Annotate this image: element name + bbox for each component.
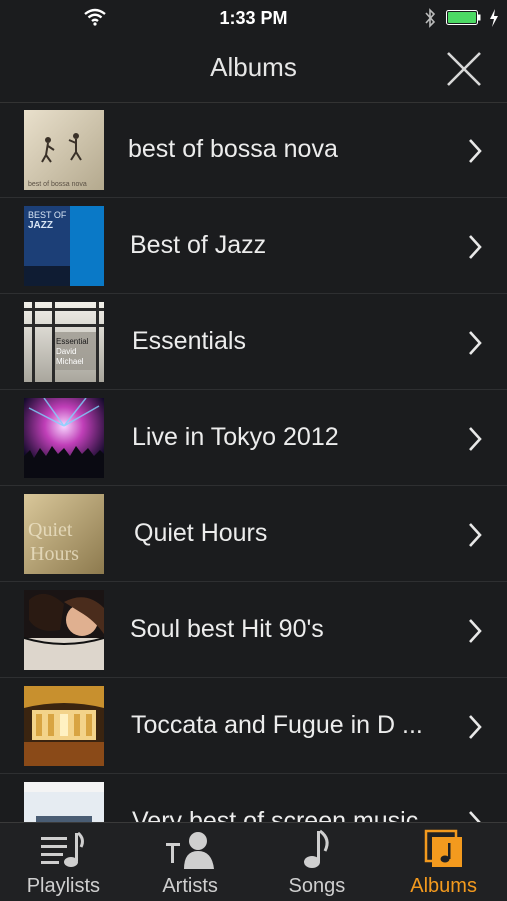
chevron-right-icon [469, 331, 482, 355]
tab-label: Artists [162, 875, 218, 897]
tab-bar: Playlists Artists Songs Albums [0, 822, 507, 901]
chevron-right-icon [469, 427, 482, 451]
tab-label: Playlists [26, 875, 101, 897]
page-title: Albums [210, 52, 297, 82]
album-art: Quiet Hours [24, 494, 104, 574]
album-row-live-in-tokyo-2012[interactable]: Live in Tokyo 2012 [0, 390, 507, 486]
album-row-quiet-hours[interactable]: Quiet Hours Quiet Hours [0, 486, 507, 582]
chevron-right-icon [469, 811, 481, 822]
tab-playlists[interactable]: Playlists [0, 823, 127, 901]
album-row-very-best-of-screen-music[interactable]: Very best of screen music [0, 774, 507, 822]
albums-icon [424, 829, 462, 867]
svg-text:JAZZ: JAZZ [28, 220, 53, 231]
album-list[interactable]: best of bossa nova best of bossa nova BE… [0, 102, 507, 822]
chevron-right-icon [469, 619, 482, 643]
tab-albums[interactable]: Albums [380, 823, 507, 901]
chevron-right-icon [469, 715, 482, 739]
tab-artists[interactable]: Artists [127, 823, 254, 901]
songs-icon [303, 829, 329, 868]
album-title: Quiet Hours [134, 519, 268, 547]
album-title: Essentials [132, 327, 246, 355]
album-title: Toccata and Fugue in D ... [131, 711, 423, 739]
battery-icon [446, 10, 481, 25]
artists-icon [166, 832, 215, 869]
playlists-icon [41, 831, 85, 867]
album-art: Essential David Michael [24, 302, 104, 382]
svg-text:David: David [56, 347, 76, 356]
album-title: best of bossa nova [128, 135, 338, 163]
tab-label: Songs [288, 875, 346, 897]
album-art [24, 398, 104, 478]
album-art [24, 782, 104, 822]
album-row-best-of-bossa-nova[interactable]: best of bossa nova best of bossa nova [0, 102, 507, 198]
album-row-best-of-jazz[interactable]: BEST OF JAZZ Best of Jazz [0, 198, 507, 294]
svg-text:Hours: Hours [30, 543, 79, 565]
svg-text:Quiet: Quiet [28, 519, 73, 541]
nav-header: Albums [0, 36, 507, 103]
tab-songs[interactable]: Songs [254, 823, 381, 901]
album-title: Very best of screen music [132, 807, 419, 822]
svg-text:BEST OF: BEST OF [28, 210, 67, 220]
album-art [24, 686, 104, 766]
album-art [24, 590, 104, 670]
tab-label: Albums [410, 875, 477, 897]
album-row-toccata-and-fugue[interactable]: Toccata and Fugue in D ... [0, 678, 507, 774]
bluetooth-icon [425, 8, 436, 28]
chevron-right-icon [469, 139, 482, 163]
album-art: best of bossa nova [24, 110, 104, 190]
close-icon[interactable] [445, 50, 483, 88]
charging-icon [490, 9, 498, 27]
chevron-right-icon [469, 523, 482, 547]
chevron-right-icon [469, 235, 482, 259]
album-art: BEST OF JAZZ [24, 206, 104, 286]
svg-text:best of bossa nova: best of bossa nova [28, 181, 87, 188]
album-title: Best of Jazz [130, 231, 267, 259]
svg-text:Essential: Essential [56, 337, 89, 346]
album-row-essentials[interactable]: Essential David Michael Essentials [0, 294, 507, 390]
status-bar: 1:33 PM [0, 0, 507, 36]
album-row-soul-best-hit-90s[interactable]: Soul best Hit 90's [0, 582, 507, 678]
svg-text:Michael: Michael [56, 357, 84, 366]
album-title: Live in Tokyo 2012 [132, 423, 339, 451]
album-title: Soul best Hit 90's [130, 615, 324, 643]
